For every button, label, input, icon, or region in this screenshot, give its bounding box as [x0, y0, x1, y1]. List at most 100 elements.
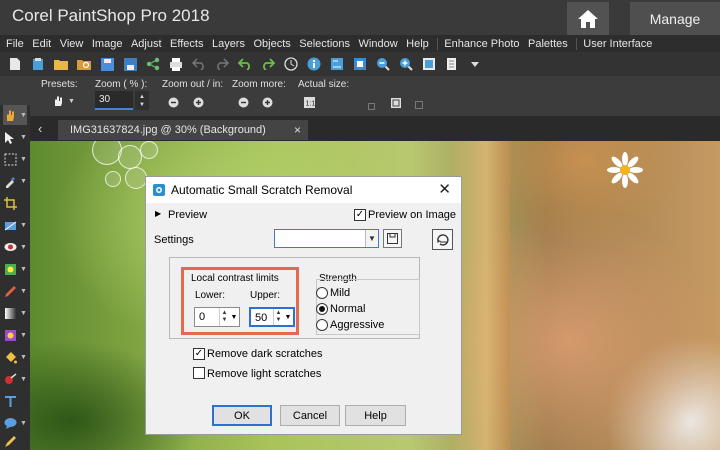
strength-aggressive-radio[interactable] [316, 319, 328, 331]
menu-effects[interactable]: Effects [170, 38, 203, 50]
menu-image[interactable]: Image [92, 38, 123, 50]
hand-preset-icon [55, 96, 62, 106]
zoom-out-button-icon[interactable] [168, 95, 179, 113]
home-button[interactable] [567, 2, 609, 35]
app-title: Corel PaintShop Pro 2018 [12, 6, 210, 25]
red-eye-tool[interactable]: ▼ [3, 237, 27, 257]
redo-icon[interactable] [261, 57, 275, 71]
settings-dropdown[interactable]: ▼ [274, 229, 379, 248]
dropper-tool[interactable]: ▼ [3, 171, 27, 191]
zoom-more-out-icon[interactable] [238, 95, 249, 113]
straighten-tool[interactable]: ▼ [3, 215, 27, 235]
zoom-out-in-label: Zoom out / in: [162, 79, 224, 90]
document-tab[interactable]: IMG31637824.jpg @ 30% (Background) × [58, 120, 308, 140]
paint-brush-tool[interactable]: ▼ [3, 281, 27, 301]
menu-help[interactable]: Help [406, 38, 429, 50]
scratch-removal-dialog: Automatic Small Scratch Removal ✕ ▶ Prev… [145, 176, 462, 435]
preview-toggle[interactable]: Preview [168, 209, 207, 221]
zoom-more-in-icon[interactable] [262, 95, 273, 113]
save-icon[interactable] [100, 57, 114, 71]
new-file-icon[interactable] [8, 57, 22, 71]
makeover-tool[interactable]: ▼ [3, 259, 27, 279]
menu-bar: File Edit View Image Adjust Effects Laye… [0, 35, 720, 52]
history-icon[interactable] [284, 57, 298, 71]
menu-palettes[interactable]: Palettes [528, 38, 568, 50]
highlight-box [181, 267, 299, 335]
chevron-right-icon[interactable]: ▶ [155, 209, 161, 218]
image-size-icon[interactable] [330, 57, 344, 71]
chevron-down-icon: ▼ [20, 375, 27, 383]
home-icon [578, 9, 598, 28]
menu-selections[interactable]: Selections [299, 38, 350, 50]
preview-on-image-checkbox[interactable]: ✓ [354, 209, 366, 221]
zoom-input[interactable]: 30 [95, 91, 133, 110]
close-icon[interactable]: ✕ [438, 180, 451, 198]
fill-tool[interactable]: ▼ [3, 347, 27, 367]
menu-objects[interactable]: Objects [253, 38, 290, 50]
picture-tube-tool[interactable]: ▼ [3, 369, 27, 389]
zoom-in-button-icon[interactable] [193, 95, 204, 113]
remove-dark-label: Remove dark scratches [207, 348, 323, 360]
menu-file[interactable]: File [6, 38, 24, 50]
browse-icon[interactable] [77, 57, 91, 71]
chevron-left-icon[interactable]: ‹ [38, 121, 42, 136]
menu-separator [576, 37, 578, 50]
reset-button[interactable] [432, 229, 453, 250]
shape-tool[interactable]: ▼ [3, 413, 27, 433]
option-disabled-icon [368, 97, 375, 115]
menu-layers[interactable]: Layers [212, 38, 245, 50]
zoom-out-icon[interactable] [376, 57, 390, 71]
save-preset-button[interactable] [383, 229, 402, 248]
crop-tool[interactable] [3, 193, 27, 213]
chevron-down-icon: ▼ [20, 331, 27, 339]
tools-palette: ▼ ▼ ▼ ▼ ▼ ▼ ▼ ▼ ▼ ▼ ▼ ▼ ▼ [0, 105, 30, 450]
save-as-icon[interactable] [123, 57, 137, 71]
canvas-size-icon[interactable] [353, 57, 367, 71]
menu-edit[interactable]: Edit [32, 38, 51, 50]
text-tool[interactable] [3, 391, 27, 411]
chevron-down-icon: ▼ [20, 419, 27, 427]
selection-tool[interactable]: ▼ [3, 149, 27, 169]
ok-button[interactable]: OK [212, 405, 272, 426]
actual-size-icon[interactable]: 1:1 [304, 95, 315, 113]
manage-tab[interactable]: Manage [630, 2, 720, 35]
info-icon[interactable] [307, 57, 321, 71]
fit-window-icon[interactable] [422, 57, 436, 71]
zoom-in-icon[interactable] [399, 57, 413, 71]
presets-dropdown[interactable]: ▼ [52, 95, 75, 107]
print-icon[interactable] [169, 57, 183, 71]
menu-separator [437, 37, 439, 50]
menu-adjust[interactable]: Adjust [131, 38, 162, 50]
actual-size-label: Actual size: [298, 79, 350, 90]
menu-user-interface[interactable]: User Interface [583, 38, 652, 50]
color-changer-tool[interactable]: ▼ [3, 325, 27, 345]
pen-tool[interactable] [3, 431, 27, 450]
help-button[interactable]: Help [345, 405, 406, 426]
close-icon[interactable]: × [294, 120, 301, 140]
remove-dark-checkbox[interactable]: ✓ [193, 348, 205, 360]
remove-light-checkbox[interactable] [193, 367, 205, 379]
chevron-down-icon: ▼ [365, 230, 378, 247]
workspace-icon[interactable] [445, 57, 459, 71]
strength-normal-radio[interactable] [316, 303, 328, 315]
chevron-down-icon: ▼ [20, 287, 27, 295]
fit-image-icon[interactable] [391, 95, 401, 113]
speech-bubble-icon [3, 416, 17, 430]
share-icon[interactable] [146, 57, 160, 71]
photo-bubble [125, 167, 147, 189]
remove-light-label: Remove light scratches [207, 368, 322, 380]
menu-view[interactable]: View [60, 38, 84, 50]
pan-tool[interactable]: ▼ [3, 105, 27, 125]
open-folder-icon[interactable] [54, 57, 68, 71]
strength-mild-radio[interactable] [316, 287, 328, 299]
menu-window[interactable]: Window [359, 38, 398, 50]
cancel-button[interactable]: Cancel [280, 405, 340, 426]
undo-icon[interactable] [238, 57, 252, 71]
menu-enhance-photo[interactable]: Enhance Photo [444, 38, 519, 50]
chevron-down-icon[interactable] [468, 57, 482, 71]
pick-tool[interactable]: ▼ [3, 127, 27, 147]
lighten-darken-tool[interactable]: ▼ [3, 303, 27, 323]
new-from-clipboard-icon[interactable] [31, 57, 45, 71]
hand-icon [3, 108, 17, 122]
zoom-spinner[interactable]: ▲ ▼ [135, 91, 149, 110]
